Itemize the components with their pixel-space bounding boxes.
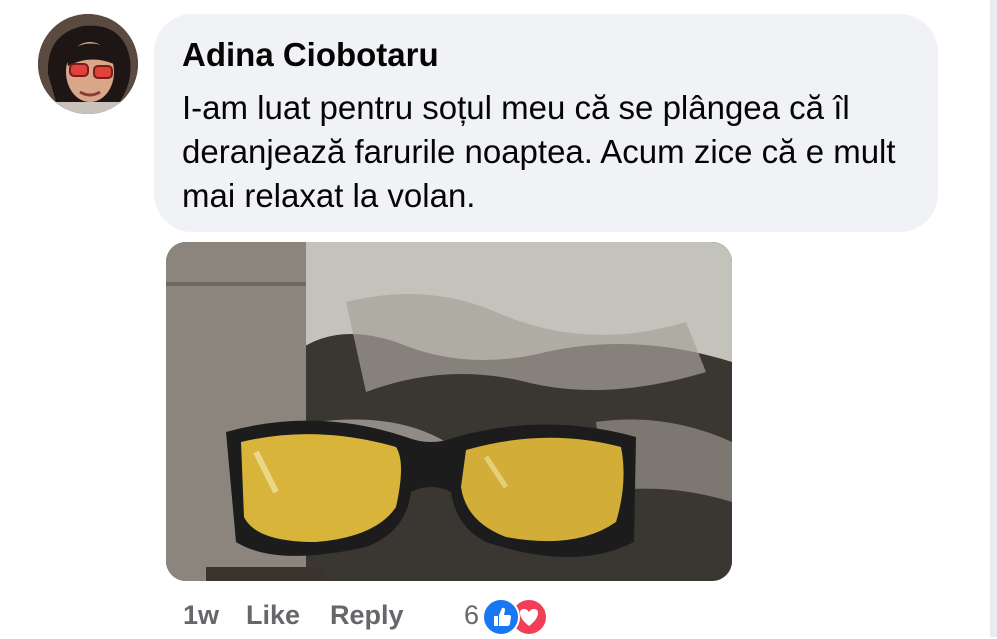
comment-text: I-am luat pentru soțul meu că se plângea… (182, 89, 896, 214)
comment-bubble: Adina Ciobotaru I-am luat pentru soțul m… (154, 14, 938, 232)
avatar[interactable] (38, 14, 138, 114)
comment-time[interactable]: 1w (183, 600, 219, 631)
reaction-count: 6 (464, 600, 480, 630)
like-icon (482, 598, 520, 636)
right-scroll-edge (990, 0, 997, 637)
like-button[interactable]: Like (246, 600, 300, 631)
comment-author[interactable]: Adina Ciobotaru (182, 36, 439, 74)
reaction-summary[interactable]: 6 (464, 596, 556, 637)
comment-photo[interactable] (166, 242, 732, 581)
reply-button[interactable]: Reply (330, 600, 404, 631)
